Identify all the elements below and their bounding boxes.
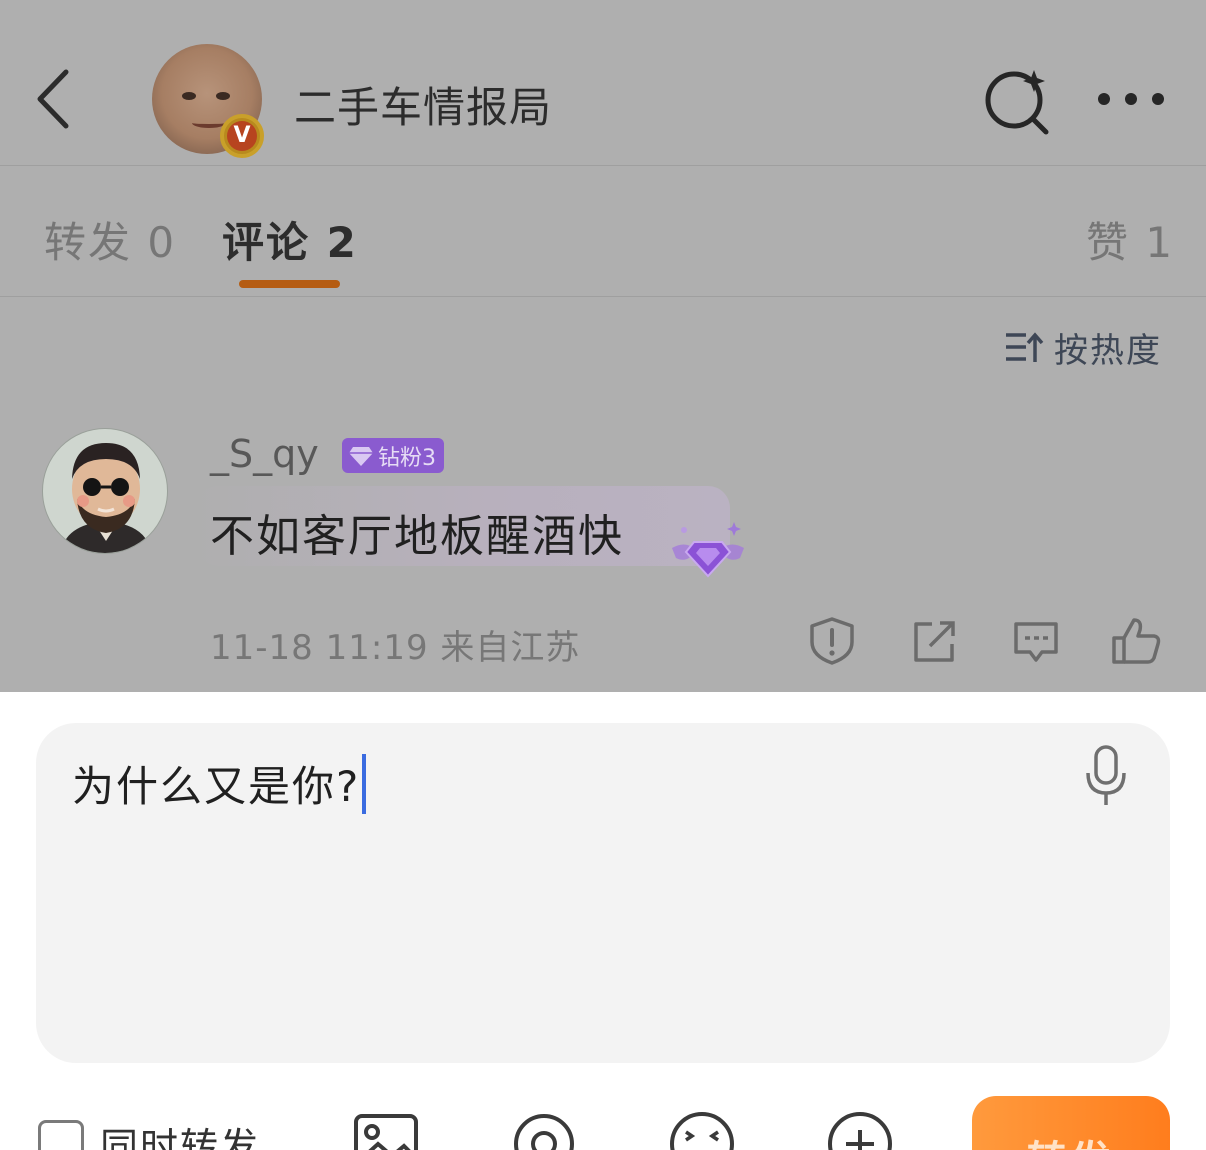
tab-likes[interactable]: 赞 1 [1086, 209, 1174, 270]
comment-meta: 11-18 11:19 来自江苏 [210, 628, 581, 668]
repost-checkbox[interactable] [38, 1120, 84, 1150]
fan-level-badge[interactable]: 钻粉3 [342, 438, 444, 473]
send-button-label: 转发 [1027, 1128, 1115, 1150]
top-nav-bar: V 二手车情报局 [0, 0, 1206, 166]
sort-toggle[interactable]: 按热度 [1004, 326, 1162, 371]
reply-icon[interactable] [1010, 616, 1062, 666]
report-icon[interactable] [806, 616, 858, 666]
image-icon[interactable] [352, 1110, 420, 1150]
send-button[interactable]: 转发 [972, 1096, 1170, 1150]
mention-icon[interactable] [510, 1110, 578, 1150]
chevron-left-icon[interactable] [30, 66, 80, 132]
tab-comments[interactable]: 评论 2 [222, 209, 358, 270]
active-tab-indicator [239, 280, 340, 288]
sort-label: 按热度 [1054, 330, 1162, 371]
share-icon[interactable] [908, 616, 960, 666]
tab-bar: 转发 0 评论 2 赞 1 [0, 167, 1206, 297]
search-sparkle-icon[interactable] [982, 66, 1052, 136]
commenter-username[interactable]: _S_qy [210, 432, 319, 476]
plus-icon[interactable] [826, 1110, 894, 1150]
diamond-wings-decoration-icon [672, 522, 744, 578]
emoji-icon[interactable] [668, 1110, 736, 1150]
sort-icon [1006, 332, 1044, 362]
dimmed-background[interactable]: V 二手车情报局 转发 0 评论 2 赞 1 按热度 _S_qy 钻粉3 不如客… [0, 0, 1206, 692]
diamond-icon [349, 446, 373, 466]
comment-text[interactable]: 不如客厅地板醒酒快 [210, 500, 624, 564]
like-icon[interactable] [1110, 616, 1162, 666]
text-caret [362, 753, 367, 814]
verified-badge: V [220, 114, 264, 158]
composer-toolbar: 同时转发 转发 [0, 1096, 1206, 1150]
comment-input-value[interactable]: 为什么又是你? [72, 753, 360, 814]
repost-label[interactable]: 同时转发 [100, 1116, 260, 1150]
commenter-avatar[interactable] [42, 428, 168, 554]
comment-input[interactable]: 为什么又是你? [36, 723, 1170, 1063]
page-title[interactable]: 二手车情报局 [294, 74, 552, 135]
more-horizontal-icon[interactable] [1094, 84, 1168, 114]
tab-reposts[interactable]: 转发 0 [44, 209, 176, 270]
comment-composer: 为什么又是你? [0, 692, 1206, 1150]
fan-level-label: 钻粉3 [378, 445, 436, 471]
microphone-icon[interactable] [1084, 745, 1128, 807]
